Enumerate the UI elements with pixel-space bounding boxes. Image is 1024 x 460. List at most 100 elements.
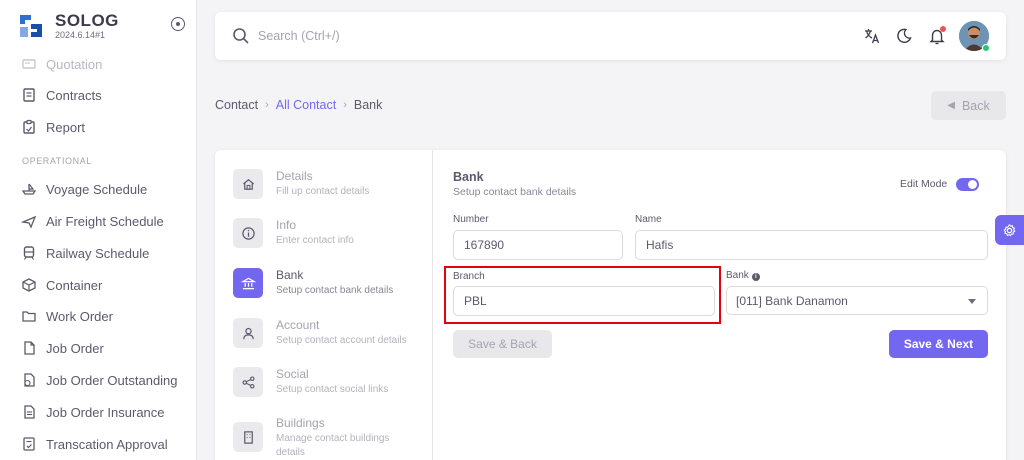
step-description: Setup contact social links bbox=[276, 384, 389, 395]
sidebar-item-air-freight-schedule[interactable]: Air Freight Schedule bbox=[0, 205, 196, 237]
info-icon bbox=[233, 218, 263, 248]
sidebar-collapse-button[interactable] bbox=[171, 17, 185, 31]
breadcrumb-current: Bank bbox=[353, 98, 383, 112]
info-icon: i bbox=[751, 273, 760, 281]
sidebar-item-label: Air Freight Schedule bbox=[46, 213, 164, 229]
moon-icon[interactable] bbox=[895, 27, 913, 45]
step-description: Manage contact buildings details bbox=[276, 433, 390, 458]
breadcrumb-root[interactable]: Contact bbox=[215, 98, 258, 112]
breadcrumb-chevron-icon: › bbox=[343, 99, 347, 111]
brand[interactable]: SOLOG 2024.6.14#1 bbox=[16, 9, 119, 43]
step-title: Info bbox=[276, 218, 297, 232]
sidebar-item-label: Transcation Approval bbox=[46, 436, 168, 452]
save-and-next-button[interactable]: Save & Next bbox=[889, 330, 988, 358]
sidebar-item-railway-schedule[interactable]: Railway Schedule bbox=[0, 237, 196, 269]
caret-down-icon bbox=[968, 299, 976, 304]
online-status-dot bbox=[982, 44, 990, 52]
back-button-label: Back bbox=[961, 98, 990, 113]
share-icon bbox=[233, 367, 263, 397]
step-title: Details bbox=[276, 169, 313, 183]
back-button[interactable]: ◀ Back bbox=[931, 91, 1006, 120]
sidebar-item-label: Container bbox=[46, 277, 103, 293]
train-icon bbox=[21, 245, 37, 261]
top-navbar bbox=[215, 12, 1006, 60]
sidebar-section-operational: OPERATIONAL bbox=[22, 156, 92, 166]
number-label: Number bbox=[453, 214, 489, 225]
bank-label: Bank i bbox=[726, 270, 760, 281]
search-icon[interactable] bbox=[232, 27, 250, 45]
step-social[interactable]: Social Setup contact social links bbox=[233, 367, 428, 397]
step-account[interactable]: Account Setup contact account details bbox=[233, 318, 428, 348]
sidebar-item-label: Job Order Insurance bbox=[46, 404, 165, 420]
bank-select[interactable]: [011] Bank Danamon bbox=[726, 286, 988, 315]
plane-icon bbox=[21, 213, 37, 229]
translate-icon[interactable] bbox=[863, 27, 881, 45]
step-bank[interactable]: Bank Setup contact bank details bbox=[233, 268, 428, 298]
edit-mode-toggle[interactable] bbox=[956, 178, 979, 191]
sidebar-item-quotation[interactable]: Quotation bbox=[0, 48, 196, 80]
brand-version: 2024.6.14#1 bbox=[55, 29, 106, 40]
sidebar-item-transcation-approval[interactable]: Transcation Approval bbox=[0, 428, 196, 460]
sidebar-item-label: Job Order bbox=[46, 340, 104, 356]
sidebar: SOLOG 2024.6.14#1 Quotation Contracts Re… bbox=[0, 0, 197, 460]
step-title: Account bbox=[276, 318, 320, 332]
step-description: Enter contact info bbox=[276, 235, 354, 246]
step-buildings[interactable]: Buildings Manage contact buildings detai… bbox=[233, 416, 428, 460]
approval-icon bbox=[21, 436, 37, 452]
quotation-icon bbox=[21, 56, 37, 72]
contracts-icon bbox=[21, 87, 37, 103]
edit-mode-label: Edit Mode bbox=[900, 178, 948, 190]
bank-select-value: [011] Bank Danamon bbox=[736, 293, 848, 308]
name-field[interactable] bbox=[635, 230, 988, 260]
brand-name: SOLOG bbox=[55, 10, 119, 30]
report-icon bbox=[21, 119, 37, 135]
sidebar-item-job-order-outstanding[interactable]: Job Order Outstanding bbox=[0, 364, 196, 396]
sidebar-item-job-order-insurance[interactable]: Job Order Insurance bbox=[0, 396, 196, 428]
notification-badge bbox=[940, 26, 946, 32]
sidebar-item-report[interactable]: Report bbox=[0, 111, 196, 143]
sidebar-item-label: Work Order bbox=[46, 308, 113, 324]
file-text-icon bbox=[21, 404, 37, 420]
number-field[interactable] bbox=[453, 230, 623, 260]
bank-icon bbox=[233, 268, 263, 298]
step-description: Setup contact bank details bbox=[276, 285, 394, 296]
building-icon bbox=[233, 422, 263, 452]
search-input[interactable] bbox=[258, 26, 558, 46]
breadcrumb: Contact › All Contact › Bank bbox=[215, 98, 382, 112]
chevron-left-icon: ◀ bbox=[947, 100, 955, 111]
container-icon bbox=[21, 277, 37, 293]
file-clock-icon bbox=[21, 372, 37, 388]
step-info[interactable]: Info Enter contact info bbox=[233, 218, 428, 248]
folder-icon bbox=[21, 308, 37, 324]
step-title: Buildings bbox=[276, 416, 325, 430]
theme-settings-button[interactable] bbox=[995, 215, 1024, 245]
sidebar-item-container[interactable]: Container bbox=[0, 269, 196, 301]
name-label: Name bbox=[635, 214, 662, 225]
sidebar-item-label: Job Order Outstanding bbox=[46, 372, 178, 388]
gear-icon bbox=[1003, 223, 1016, 236]
step-title: Bank bbox=[276, 268, 304, 282]
step-description: Setup contact account details bbox=[276, 335, 407, 346]
breadcrumb-chevron-icon: › bbox=[265, 99, 269, 111]
home-icon bbox=[233, 169, 263, 199]
sologlogo-icon bbox=[20, 15, 42, 37]
sidebar-item-label: Quotation bbox=[46, 56, 103, 72]
branch-field-highlight bbox=[444, 266, 721, 324]
form-title: Bank bbox=[453, 170, 484, 184]
step-description: Fill up contact details bbox=[276, 186, 370, 197]
step-title: Social bbox=[276, 367, 309, 381]
sidebar-item-job-order[interactable]: Job Order bbox=[0, 332, 196, 364]
file-icon bbox=[21, 340, 37, 356]
sidebar-item-work-order[interactable]: Work Order bbox=[0, 300, 196, 332]
sidebar-item-label: Contracts bbox=[46, 87, 102, 103]
sidebar-item-contracts[interactable]: Contracts bbox=[0, 79, 196, 111]
sidebar-item-label: Railway Schedule bbox=[46, 245, 150, 261]
bell-icon[interactable] bbox=[928, 26, 946, 45]
wizard-steps: Details Fill up contact details Info Ent… bbox=[215, 150, 433, 460]
sidebar-item-label: Report bbox=[46, 119, 86, 135]
sidebar-item-voyage-schedule[interactable]: Voyage Schedule bbox=[0, 173, 196, 205]
save-and-back-button[interactable]: Save & Back bbox=[453, 330, 552, 358]
breadcrumb-parent-link[interactable]: All Contact bbox=[276, 98, 336, 112]
form-subtitle: Setup contact bank details bbox=[453, 186, 577, 198]
step-details[interactable]: Details Fill up contact details bbox=[233, 169, 428, 199]
